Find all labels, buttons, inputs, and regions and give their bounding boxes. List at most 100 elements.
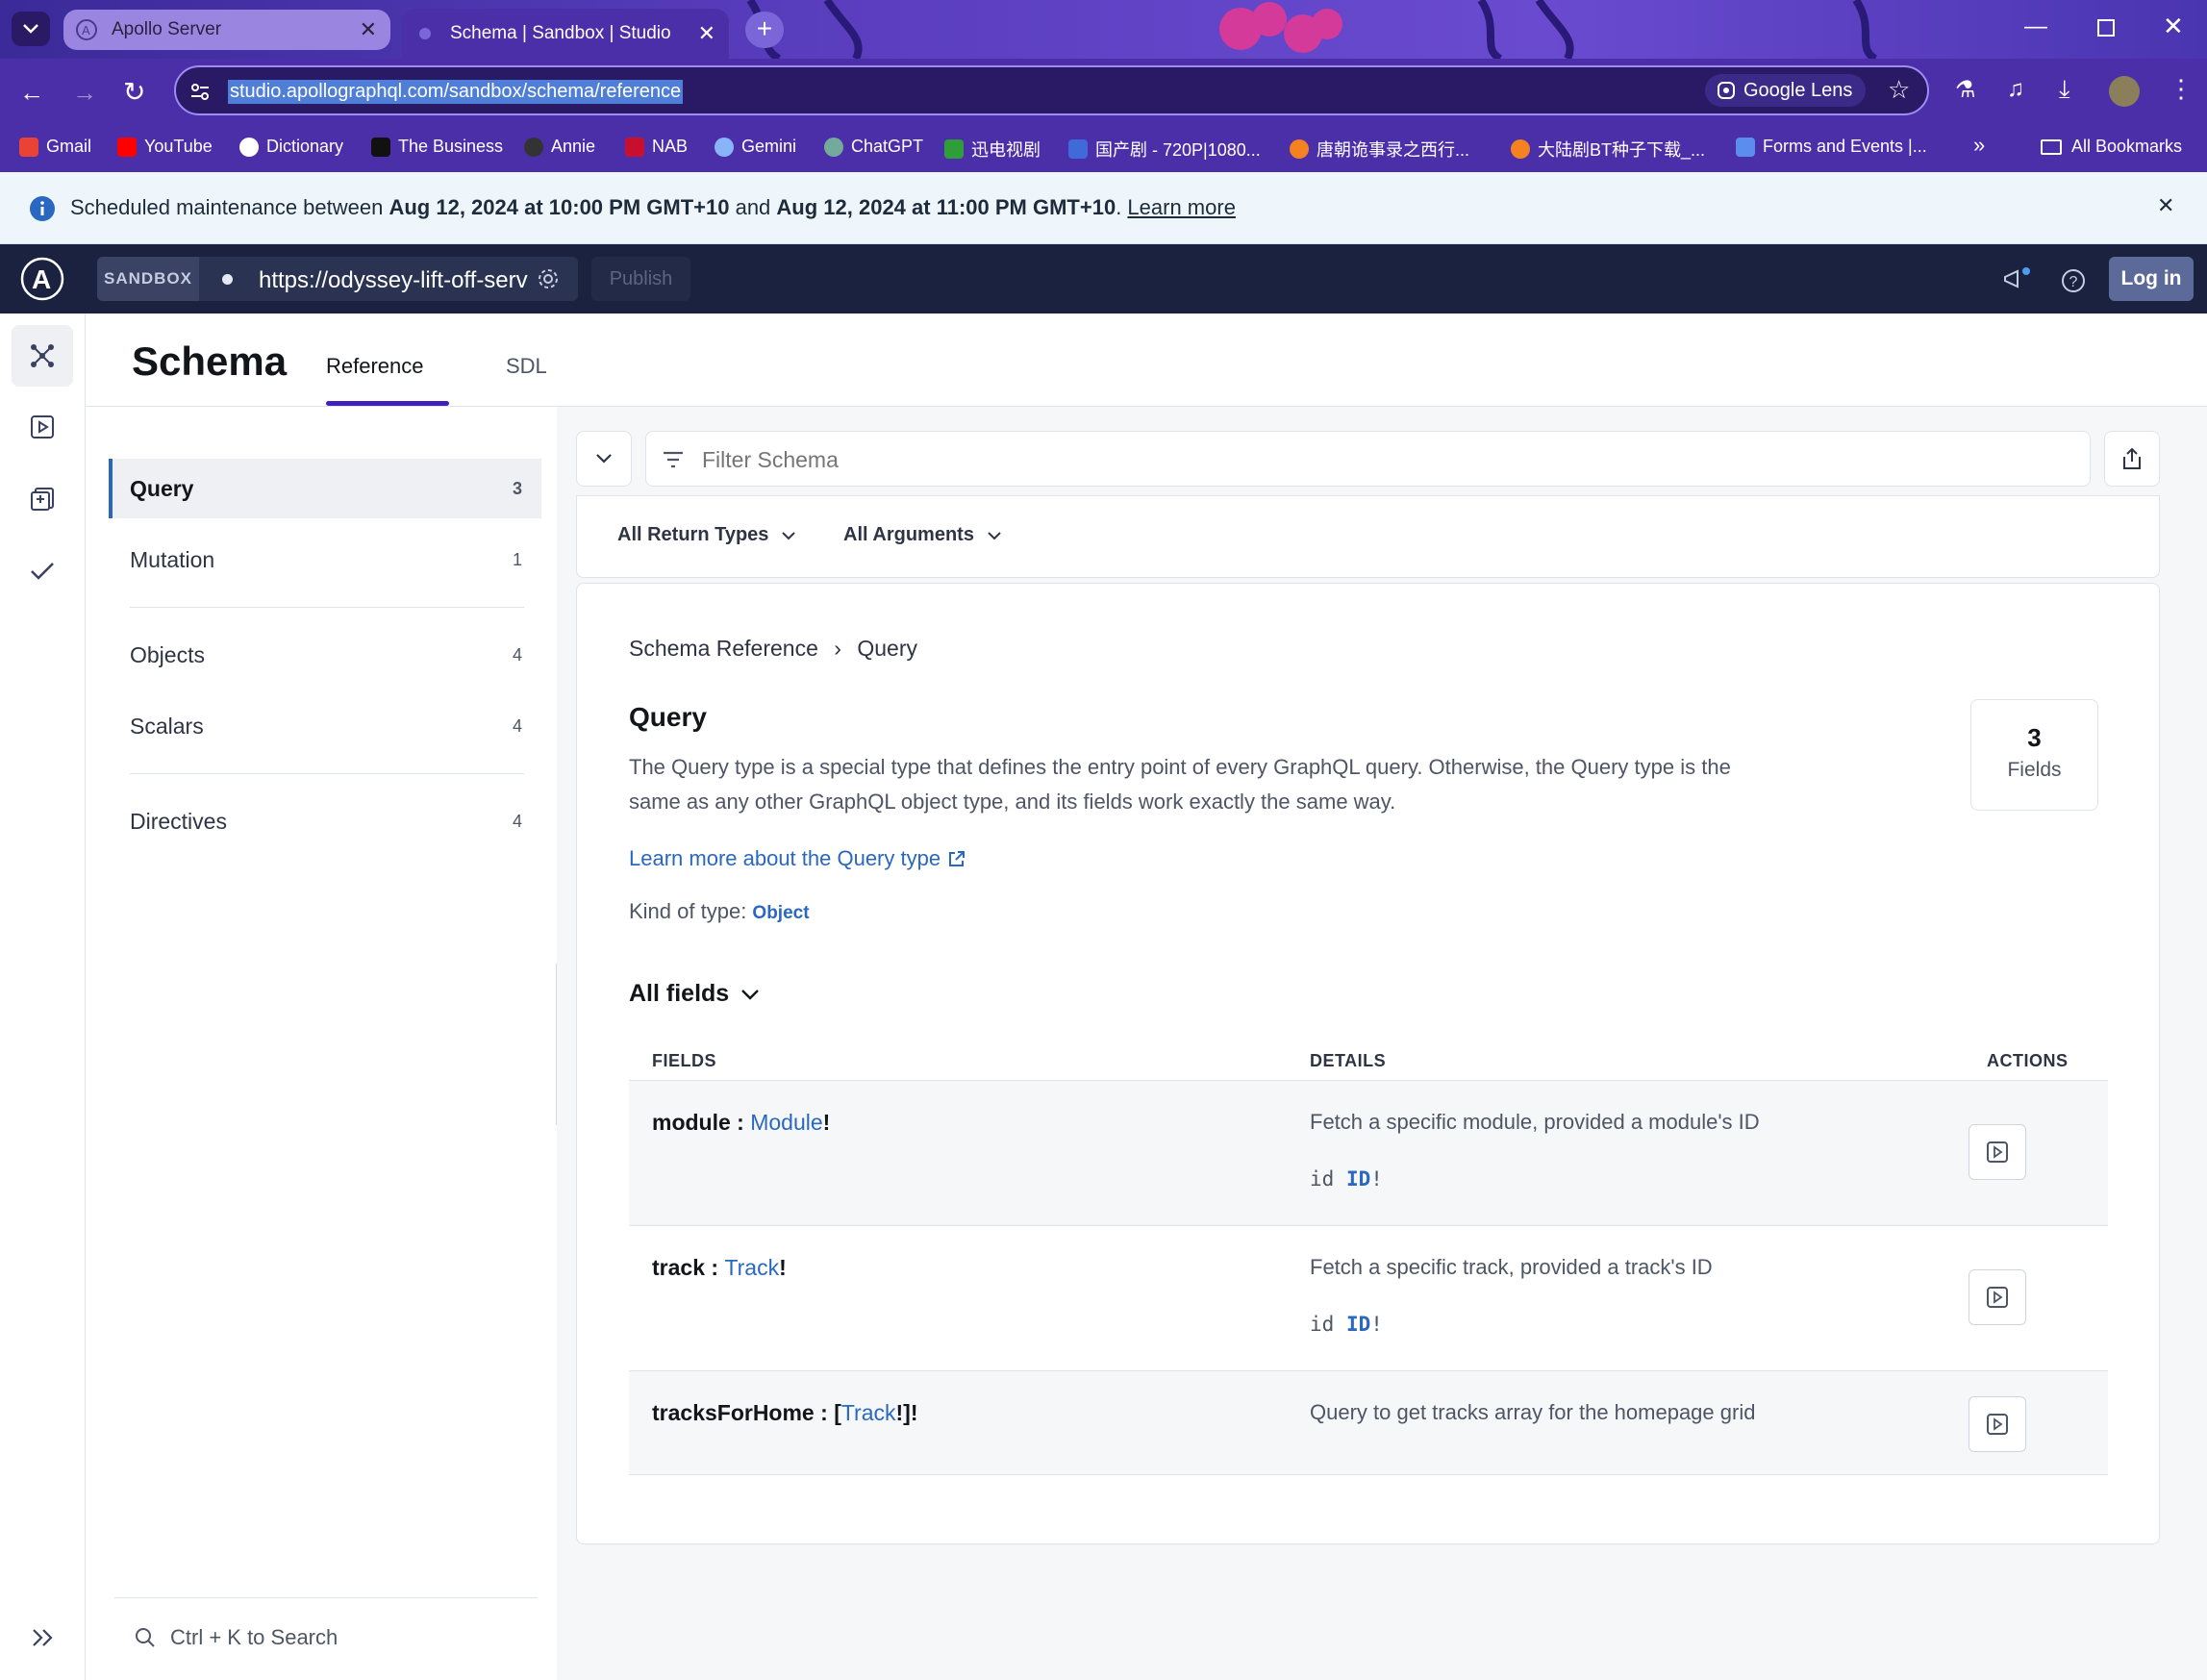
bookmark-star-icon[interactable]: ☆ xyxy=(1888,75,1910,105)
github-icon xyxy=(524,137,543,157)
bookmark-bt-download[interactable]: 大陆剧BT种子下载_... xyxy=(1511,137,1705,162)
rail-explorer-button[interactable] xyxy=(12,396,73,458)
apollo-favicon-icon: A xyxy=(76,19,97,40)
open-in-explorer-button[interactable] xyxy=(1969,1396,2026,1452)
bookmark-nab[interactable]: NAB xyxy=(625,137,688,157)
abc-icon xyxy=(371,137,390,157)
bookmark-dictionary[interactable]: Dictionary xyxy=(239,137,343,157)
collapse-filters-button[interactable] xyxy=(576,431,632,487)
changelog-icon xyxy=(31,488,54,511)
field-description: Fetch a specific track, provided a track… xyxy=(1310,1255,1713,1279)
type-description: The Query type is a special type that de… xyxy=(629,755,1731,814)
bookmark-youtube[interactable]: YouTube xyxy=(117,137,213,157)
browser-tab-strip: A Apollo Server ✕ Schema | Sandbox | Stu… xyxy=(0,0,2207,59)
minimize-window-button[interactable]: — xyxy=(2024,13,2047,40)
argument-type-link[interactable]: ID xyxy=(1346,1167,1370,1191)
learn-more-link[interactable]: Learn more xyxy=(1127,195,1236,219)
expand-sidebar-button[interactable] xyxy=(12,1607,73,1668)
bookmark-tang-dynasty[interactable]: 唐朝诡事录之西行... xyxy=(1290,137,1469,162)
all-fields-toggle[interactable]: All fields xyxy=(629,980,760,1008)
reload-icon[interactable]: ↻ xyxy=(123,76,145,108)
kind-value[interactable]: Object xyxy=(752,903,809,923)
nav-item-scalars[interactable]: Scalars 4 xyxy=(109,696,541,756)
type-name: Query xyxy=(629,702,707,732)
column-header-details: DETAILS xyxy=(1310,1051,1387,1070)
google-lens-button[interactable]: Google Lens xyxy=(1705,74,1867,107)
field-type-link[interactable]: Track xyxy=(841,1400,896,1425)
filter-schema-input[interactable] xyxy=(645,431,2091,487)
arguments-dropdown[interactable]: All Arguments xyxy=(843,524,1001,546)
field-signature: tracksForHome : [Track!]! xyxy=(652,1400,918,1425)
column-header-fields: FIELDS xyxy=(652,1051,717,1070)
announcement-icon[interactable] xyxy=(2002,267,2031,292)
bookmark-forms-events[interactable]: Forms and Events |... xyxy=(1736,137,1927,157)
all-bookmarks-button[interactable]: All Bookmarks xyxy=(2041,137,2182,157)
new-tab-button[interactable]: + xyxy=(745,12,784,48)
bookmark-chatgpt[interactable]: ChatGPT xyxy=(824,137,923,157)
nav-item-objects[interactable]: Objects 4 xyxy=(109,625,541,685)
play-icon xyxy=(1511,139,1530,159)
site-info-icon[interactable] xyxy=(189,81,211,102)
bookmark-gemini[interactable]: Gemini xyxy=(715,137,796,157)
rail-validate-button[interactable] xyxy=(12,540,73,602)
bookmark-gmail[interactable]: Gmail xyxy=(19,137,91,157)
tab-search-button[interactable] xyxy=(12,12,50,46)
back-icon[interactable]: ← xyxy=(19,78,44,108)
info-icon xyxy=(30,196,55,221)
nav-item-directives[interactable]: Directives 4 xyxy=(109,791,541,851)
open-in-explorer-button[interactable] xyxy=(1969,1269,2026,1325)
bookmark-annie[interactable]: Annie xyxy=(524,137,595,157)
bookmark-tv-series[interactable]: 迅电视剧 xyxy=(944,137,1041,162)
page-title: Schema xyxy=(132,339,288,384)
open-in-explorer-button[interactable] xyxy=(1969,1124,2026,1180)
download-icon[interactable]: ⤓ xyxy=(2059,74,2070,105)
profile-avatar[interactable] xyxy=(2109,76,2140,107)
command-search[interactable]: Ctrl + K to Search xyxy=(134,1625,338,1650)
gmail-icon xyxy=(19,137,38,157)
rail-checks-button[interactable] xyxy=(12,468,73,530)
tab-schema-studio[interactable]: Schema | Sandbox | Studio ✕ xyxy=(402,9,729,59)
share-button[interactable] xyxy=(2104,431,2160,487)
apollo-logo-icon[interactable]: A xyxy=(20,257,64,301)
nav-item-query[interactable]: Query 3 xyxy=(109,459,541,518)
page-header: Schema Reference SDL xyxy=(86,313,2207,407)
help-icon[interactable]: ? xyxy=(2061,268,2086,293)
more-bookmarks-icon[interactable]: » xyxy=(1973,133,1985,158)
labs-flask-icon[interactable]: ⚗ xyxy=(1955,76,1976,104)
url-text[interactable]: studio.apollographql.com/sandbox/schema/… xyxy=(228,80,684,104)
close-window-button[interactable]: ✕ xyxy=(2163,12,2184,41)
close-tab-icon[interactable]: ✕ xyxy=(698,21,715,46)
browser-menu-icon[interactable]: ⋮ xyxy=(2169,74,2194,104)
learn-more-query-link[interactable]: Learn more about the Query type xyxy=(629,846,966,871)
filter-schema-field[interactable] xyxy=(702,443,2048,476)
login-button[interactable]: Log in xyxy=(2109,257,2194,301)
publish-button[interactable]: Publish xyxy=(591,257,690,301)
field-description: Fetch a specific module, provided a modu… xyxy=(1310,1110,1760,1134)
nav-item-mutation[interactable]: Mutation 1 xyxy=(109,530,541,589)
tab-reference[interactable]: Reference xyxy=(326,354,424,379)
bookmark-domestic-drama[interactable]: 国产剧 - 720P|1080... xyxy=(1068,137,1261,162)
maximize-window-button[interactable] xyxy=(2097,19,2115,37)
close-banner-icon[interactable]: ✕ xyxy=(2157,193,2174,218)
forward-icon[interactable]: → xyxy=(72,78,97,108)
field-type-link[interactable]: Track xyxy=(724,1255,779,1280)
tab-apollo-server[interactable]: A Apollo Server ✕ xyxy=(63,10,390,50)
tab-sdl[interactable]: SDL xyxy=(506,354,547,379)
argument-type-link[interactable]: ID xyxy=(1346,1313,1370,1336)
field-type-link[interactable]: Module xyxy=(750,1110,822,1135)
settings-gear-icon[interactable] xyxy=(537,267,560,290)
rail-schema-button[interactable] xyxy=(12,325,73,387)
maintenance-start: Aug 12, 2024 at 10:00 PM GMT+10 xyxy=(389,195,730,219)
field-signature: track : Track! xyxy=(652,1255,787,1280)
return-types-dropdown[interactable]: All Return Types xyxy=(617,524,796,546)
bookmark-the-business[interactable]: The Business xyxy=(371,137,503,157)
close-tab-icon[interactable]: ✕ xyxy=(360,17,377,42)
breadcrumb-separator: › xyxy=(834,636,841,661)
endpoint-url[interactable]: https://odyssey-lift-off-serv xyxy=(259,267,528,294)
tab-label: Schema | Sandbox | Studio xyxy=(450,23,671,43)
address-bar[interactable]: studio.apollographql.com/sandbox/schema/… xyxy=(174,65,1929,115)
breadcrumb-root[interactable]: Schema Reference xyxy=(629,636,818,661)
media-control-icon[interactable]: ♫ xyxy=(2007,76,2024,103)
left-rail-nav xyxy=(0,313,86,1680)
play-square-icon xyxy=(1987,1414,2008,1435)
